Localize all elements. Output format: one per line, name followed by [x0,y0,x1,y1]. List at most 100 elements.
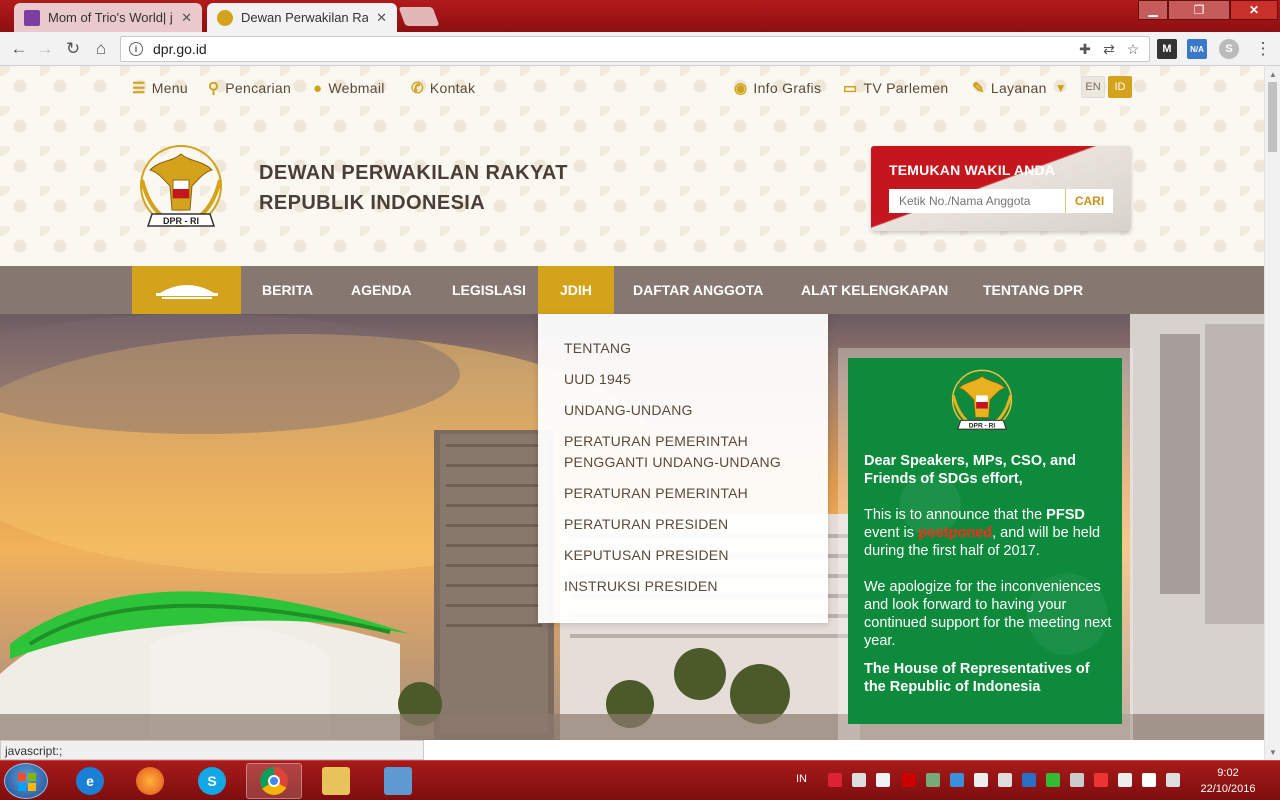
taskbar-chrome[interactable] [246,763,302,799]
forward-button[interactable]: → [34,38,56,60]
nav-jdih[interactable]: JDIH [538,266,614,314]
folder-icon [322,767,350,795]
parliament-building-icon [155,285,218,299]
tray-app-icon[interactable] [950,773,964,787]
taskbar-firefox[interactable] [122,763,178,799]
site-title-line2: REPUBLIK INDONESIA [259,192,486,214]
search-icon: ⚲ [208,80,220,97]
phone-icon: ✆ [411,80,424,97]
info-icon[interactable]: i [129,42,143,56]
close-window-button[interactable]: ✕ [1230,0,1278,20]
nav-legislasi[interactable]: LEGISLASI [452,266,526,314]
tab-mom-of-trio[interactable]: Mom of Trio's World| jen ✕ [14,3,202,32]
topnav-info-grafis[interactable]: ◉ Info Grafis [734,78,821,98]
address-bar[interactable]: i dpr.go.id ✚ ⇄ ☆ [120,36,1150,62]
tv-icon: ▭ [843,80,858,97]
topnav-webmail[interactable]: ● Webmail [313,78,385,98]
dropdown-item-peraturan-presiden[interactable]: PERATURAN PRESIDEN [564,514,814,535]
tray-app-icon[interactable] [998,773,1012,787]
topnav-contact[interactable]: ✆ Kontak [411,78,475,98]
notice-postponed: postponed [918,525,993,541]
tray-acrobat-icon[interactable] [902,773,916,787]
clock-time: 9:02 [1217,767,1239,779]
system-clock[interactable]: 9:02 22/10/2016 [1188,765,1268,797]
tab-title: Mom of Trio's World| jen [48,10,173,25]
dropdown-item-peraturan-pemerintah[interactable]: PERATURAN PEMERINTAH [564,483,814,504]
scroll-down-icon[interactable]: ▼ [1265,744,1280,760]
tray-app-icon[interactable] [828,773,842,787]
scroll-up-icon[interactable]: ▲ [1265,66,1280,82]
search-button[interactable]: CARI [1065,189,1113,213]
tray-battery-icon[interactable] [1118,773,1132,787]
browser-toolbar: ← → ↻ ⌂ i dpr.go.id ✚ ⇄ ☆ M N/A S ⋮ [0,32,1280,66]
tray-dropbox-icon[interactable] [852,773,866,787]
tray-app-icon[interactable] [876,773,890,787]
nav-daftar-anggota[interactable]: DAFTAR ANGGOTA [633,266,763,314]
extension-m-icon[interactable]: M [1157,39,1177,59]
topnav-menu[interactable]: ☰ Menu [132,78,188,98]
back-button[interactable]: ← [8,38,30,60]
clock-date: 22/10/2016 [1200,783,1256,795]
translate-icon[interactable]: ⇄ [1101,41,1117,57]
tray-bluetooth-icon[interactable] [1022,773,1036,787]
browser-status-bar: javascript:; [0,740,424,760]
page-scrollbar[interactable]: ▲ ▼ [1264,66,1280,760]
topnav-search[interactable]: ⚲ Pencarian [208,78,291,98]
topnav-label: TV Parlemen [863,80,949,96]
home-button[interactable]: ⌂ [90,38,112,60]
close-tab-icon[interactable]: ✕ [181,10,192,26]
lang-en-button[interactable]: EN [1081,76,1105,98]
dpr-favicon-icon [217,9,233,26]
tray-app-icon[interactable] [1046,773,1060,787]
dropdown-item-undang-undang[interactable]: UNDANG-UNDANG [564,400,814,421]
nav-agenda[interactable]: AGENDA [351,266,412,314]
maximize-button[interactable]: ❐ [1168,0,1230,20]
dropdown-item-uud-1945[interactable]: UUD 1945 [564,369,814,390]
topnav-layanan[interactable]: ✎ Layanan ▼ [972,78,1067,98]
minimize-button[interactable]: ▁ [1138,0,1168,20]
tray-flag-icon[interactable] [974,773,988,787]
site-title-line1: DEWAN PERWAKILAN RAKYAT [259,162,568,184]
nav-tentang-dpr[interactable]: TENTANG DPR [983,266,1083,314]
garuda-emblem-icon[interactable]: DPR - RI [132,140,230,238]
topnav-tv-parlemen[interactable]: ▭ TV Parlemen [843,78,948,98]
topnav-label: Menu [151,80,188,96]
representative-search-input[interactable] [889,189,1065,213]
windows-logo-icon [18,773,36,791]
dropdown-item-perpu[interactable]: PERATURAN PEMERINTAH PENGGANTI UNDANG-UN… [564,431,814,473]
menu-icon: ☰ [132,80,146,97]
notice-text: This is to announce that the [864,507,1047,523]
nav-alat-kelengkapan[interactable]: ALAT KELENGKAPAN [801,266,948,314]
dropdown-item-instruksi-presiden[interactable]: INSTRUKSI PRESIDEN [564,576,814,597]
extension-s-icon[interactable]: S [1219,39,1239,59]
scroll-thumb[interactable] [1268,82,1277,152]
dropdown-item-keputusan-presiden[interactable]: KEPUTUSAN PRESIDEN [564,545,814,566]
dropdown-item-tentang[interactable]: TENTANG [564,338,814,359]
bookmark-star-icon[interactable]: ☆ [1125,41,1141,57]
tray-printer-icon[interactable] [1070,773,1084,787]
taskbar-photo-viewer[interactable] [370,763,426,799]
puzzle-icon[interactable]: ✚ [1077,41,1093,57]
home-button[interactable] [132,266,241,314]
tray-app-icon[interactable] [1094,773,1108,787]
tray-volume-icon[interactable] [1166,773,1180,787]
tray-signal-icon[interactable] [1142,773,1156,787]
input-language[interactable]: IN [796,773,807,785]
taskbar-file-explorer[interactable] [308,763,364,799]
close-tab-icon[interactable]: ✕ [376,10,387,26]
taskbar-skype[interactable]: S [184,763,240,799]
skype-icon: S [198,767,226,795]
new-tab-button[interactable] [398,7,440,26]
lang-id-button[interactable]: ID [1108,76,1132,98]
nav-berita[interactable]: BERITA [262,266,313,314]
reload-button[interactable]: ↻ [62,38,84,60]
topnav-label: Layanan [990,80,1047,96]
extension-na-icon[interactable]: N/A [1187,39,1207,59]
tab-dpr[interactable]: Dewan Perwakilan Rakya ✕ [207,3,397,32]
taskbar-internet-explorer[interactable]: e [62,763,118,799]
notice-paragraph-1: This is to announce that the PFSD event … [864,506,1114,560]
chrome-menu-icon[interactable]: ⋮ [1252,38,1274,60]
tray-app-icon[interactable] [926,773,940,787]
url-text: dpr.go.id [153,41,207,57]
start-button[interactable] [4,763,48,799]
